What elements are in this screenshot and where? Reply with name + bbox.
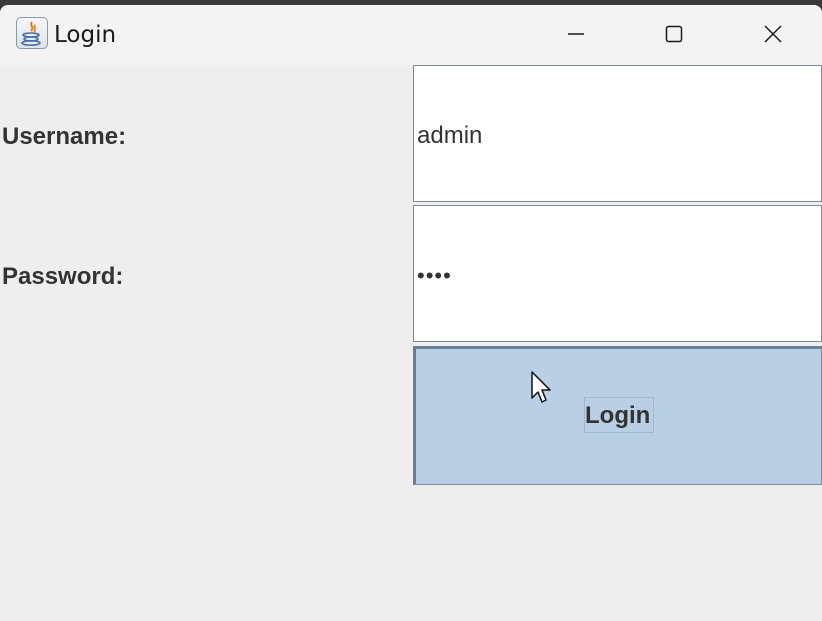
maximize-icon bbox=[665, 25, 683, 43]
title-bar[interactable]: Login bbox=[0, 5, 822, 65]
minimize-button[interactable] bbox=[553, 5, 599, 63]
login-window: Login Username: admin Password: •••• Log… bbox=[0, 5, 822, 621]
login-button[interactable]: Login bbox=[413, 346, 822, 485]
mouse-cursor-icon bbox=[531, 371, 551, 403]
form-panel: Username: admin Password: •••• Login bbox=[0, 65, 822, 621]
username-value: admin bbox=[417, 122, 483, 149]
password-field[interactable]: •••• bbox=[413, 205, 822, 342]
minimize-icon bbox=[568, 33, 584, 35]
login-button-label: Login bbox=[585, 402, 651, 429]
close-icon bbox=[764, 25, 782, 43]
username-label: Username: bbox=[2, 123, 127, 150]
close-button[interactable] bbox=[750, 5, 796, 63]
password-label: Password: bbox=[2, 263, 124, 290]
username-field[interactable]: admin bbox=[413, 65, 822, 202]
window-title: Login bbox=[54, 22, 117, 48]
maximize-button[interactable] bbox=[651, 5, 697, 63]
password-value: •••• bbox=[417, 263, 452, 288]
java-icon bbox=[16, 17, 48, 49]
